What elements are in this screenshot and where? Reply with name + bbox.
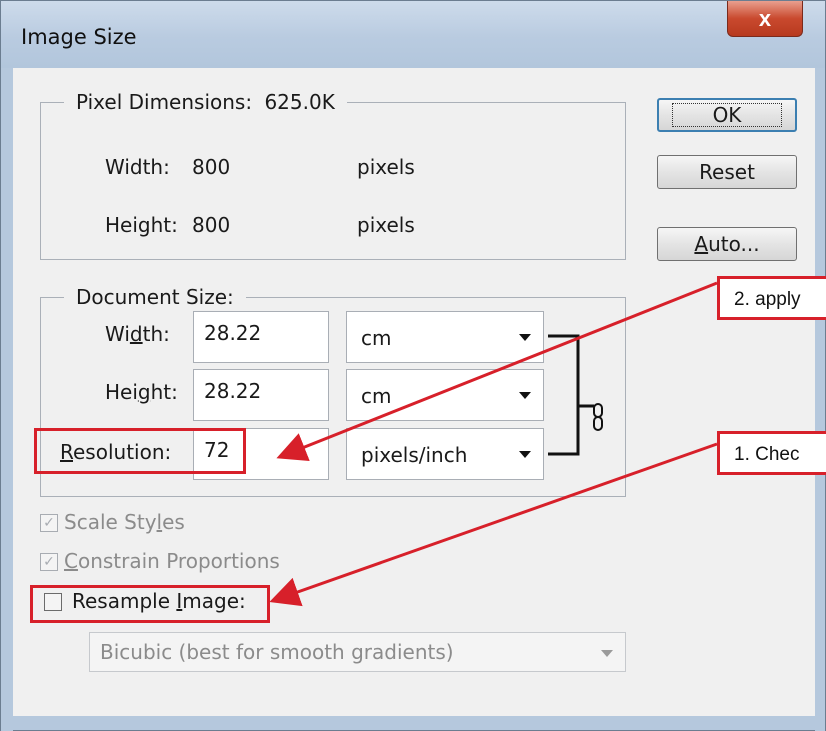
annotation-arrows — [269, 281, 718, 607]
arrow-to-resolution — [276, 281, 718, 462]
arrow-to-resample — [269, 442, 718, 607]
